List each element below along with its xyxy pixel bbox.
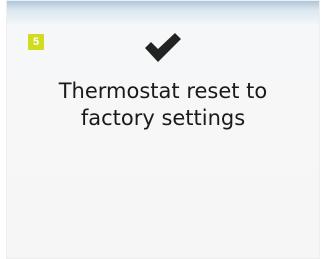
- status-message: Thermostat reset to factory settings: [58, 79, 268, 130]
- checkmark-icon: [145, 33, 181, 62]
- thermostat-screen-page: 5 Thermostat reset to factory settings: [0, 0, 326, 259]
- step-badge: 5: [28, 34, 44, 50]
